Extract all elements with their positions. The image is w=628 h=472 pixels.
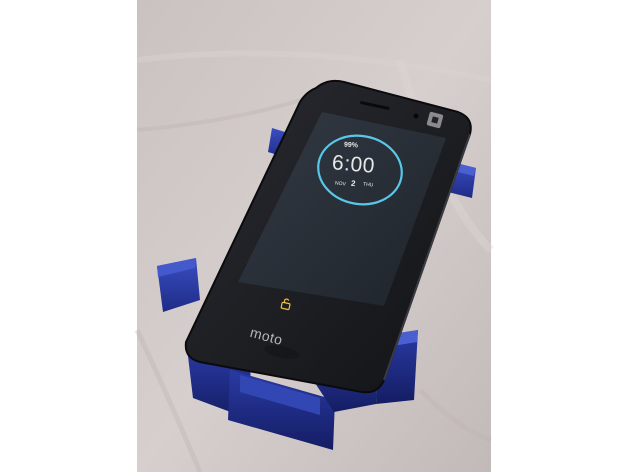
lockscreen-day: 2: [350, 178, 356, 189]
photo-scene: 99% 6:00 NOV 2 THU moto: [0, 0, 628, 472]
battery-percentage: 99%: [343, 141, 359, 150]
lockscreen-month: NOV: [334, 180, 347, 188]
lockscreen-time: 6:00: [331, 151, 376, 178]
lockscreen-weekday: THU: [362, 181, 374, 189]
front-camera-icon: [413, 113, 419, 119]
phone-on-stand-photo: [134, 0, 494, 472]
